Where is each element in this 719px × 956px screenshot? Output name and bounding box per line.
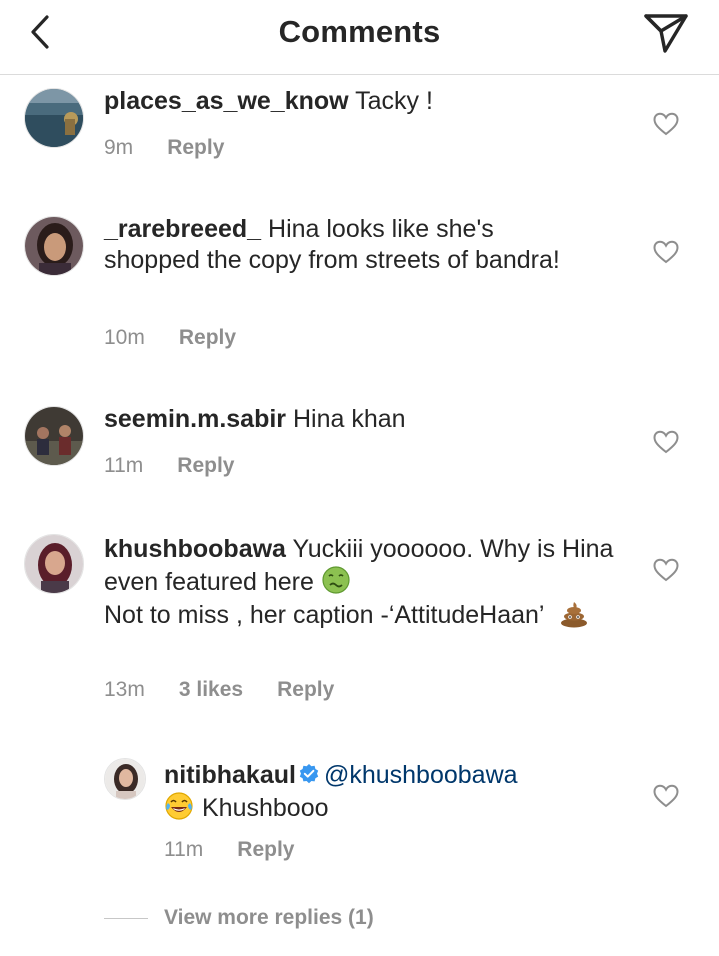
- comment-text: seemin.m.sabir Hina khan: [104, 404, 624, 435]
- comment-text: nitibhakaul @khushboobawa Khushbooo: [164, 760, 624, 824]
- comment-meta: 11m Reply: [164, 838, 294, 862]
- reply-button[interactable]: Reply: [237, 838, 294, 862]
- comment-time: 9m: [104, 136, 134, 159]
- comment-meta: 10m Reply: [104, 326, 236, 350]
- avatar[interactable]: [104, 758, 146, 800]
- comment-meta: 11m Reply: [104, 454, 234, 478]
- comment-text: khushboobawa Yuckiii yoooooo. Why is Hin…: [104, 534, 624, 631]
- comment-message: Khushbooo: [202, 794, 329, 822]
- comment-time: 10m: [104, 326, 145, 349]
- heart-outline-icon[interactable]: [653, 558, 679, 582]
- comment-likes[interactable]: 3 likes: [179, 678, 243, 702]
- page-title: Comments: [278, 14, 441, 49]
- heart-outline-icon[interactable]: [653, 240, 679, 264]
- comment-username[interactable]: nitibhakaul: [164, 761, 296, 789]
- reply-button[interactable]: Reply: [277, 678, 334, 702]
- tears-of-joy-emoji: [165, 792, 193, 820]
- view-more-replies[interactable]: View more replies (1): [104, 906, 374, 930]
- comment-meta: 9m Reply: [104, 136, 224, 160]
- heart-outline-icon[interactable]: [653, 430, 679, 454]
- avatar[interactable]: [24, 216, 84, 276]
- comment-username[interactable]: _rarebreeed_: [104, 215, 261, 243]
- paper-plane-icon: [644, 14, 688, 53]
- heart-outline-icon[interactable]: [653, 112, 679, 136]
- comment-text: _rarebreeed_ Hina looks like she's shopp…: [104, 214, 574, 276]
- comment-time: 13m: [104, 678, 145, 701]
- view-more-replies-label[interactable]: View more replies (1): [164, 906, 374, 930]
- heart-outline-icon[interactable]: [653, 784, 679, 808]
- reply-button[interactable]: Reply: [167, 136, 224, 160]
- comment-message: Tacky !: [355, 87, 433, 115]
- avatar[interactable]: [24, 88, 84, 148]
- comment-text: places_as_we_know Tacky !: [104, 86, 624, 117]
- nauseated-face-emoji: [322, 566, 350, 594]
- avatar[interactable]: [24, 406, 84, 466]
- comment-time: 11m: [164, 838, 204, 861]
- comment-time: 11m: [104, 454, 144, 477]
- reply-button[interactable]: Reply: [177, 454, 234, 478]
- mention-link[interactable]: @khushboobawa: [324, 761, 518, 789]
- avatar[interactable]: [24, 534, 84, 594]
- verified-badge-icon: [299, 764, 319, 784]
- comment-message-line2: Not to miss , her caption -‘AttitudeHaan…: [104, 601, 545, 629]
- comment-username[interactable]: places_as_we_know: [104, 87, 349, 115]
- comment-username[interactable]: seemin.m.sabir: [104, 405, 286, 433]
- share-button[interactable]: [641, 10, 691, 56]
- reply-button[interactable]: Reply: [179, 326, 236, 350]
- comment-username[interactable]: khushboobawa: [104, 535, 286, 563]
- pile-of-poo-emoji: [561, 602, 588, 628]
- comment-message: Hina khan: [292, 405, 406, 433]
- comment-meta: 13m 3 likes Reply: [104, 678, 334, 702]
- divider-line: [104, 917, 148, 919]
- header-bar: Comments: [0, 0, 719, 75]
